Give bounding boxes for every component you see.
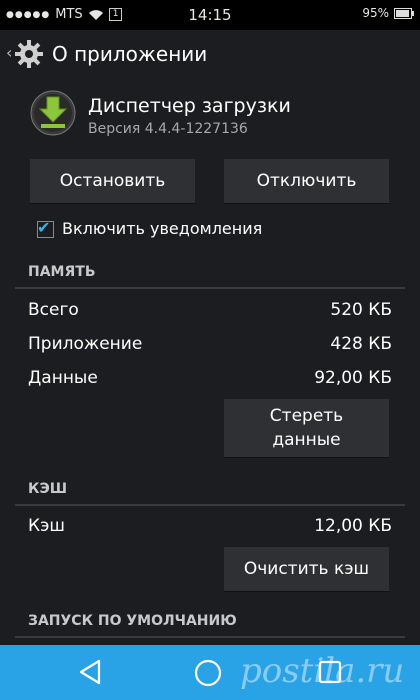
page-title: О приложении bbox=[52, 42, 208, 66]
clear-data-button[interactable]: Стереть данные bbox=[224, 399, 389, 457]
section-divider bbox=[15, 287, 405, 289]
storage-total-value: 520 КБ bbox=[330, 300, 392, 320]
notifications-label[interactable]: Включить уведомления bbox=[62, 219, 262, 238]
notifications-checkbox[interactable]: ✔ bbox=[37, 218, 54, 238]
storage-app-value: 428 КБ bbox=[330, 334, 392, 354]
cache-section-header: КЭШ bbox=[28, 481, 68, 497]
download-icon bbox=[30, 90, 76, 136]
section-divider bbox=[15, 636, 405, 638]
battery-percent: 95% bbox=[362, 6, 389, 20]
storage-data-value: 92,00 КБ bbox=[314, 368, 392, 388]
force-stop-button[interactable]: Остановить bbox=[30, 159, 195, 203]
app-version: Версия 4.4.4-1227136 bbox=[88, 121, 248, 137]
clear-data-label-line2: данные bbox=[272, 430, 341, 450]
action-bar: ‹ О приложении bbox=[0, 30, 420, 78]
settings-gear-icon[interactable] bbox=[13, 38, 45, 70]
app-name: Диспетчер загрузки bbox=[88, 95, 291, 117]
storage-section-header: ПАМЯТЬ bbox=[28, 264, 96, 280]
status-bar: ●●●●● MTS 1 14:15 95% bbox=[0, 0, 420, 30]
checkmark-icon: ✔ bbox=[37, 218, 51, 237]
clock: 14:15 bbox=[188, 6, 232, 24]
clear-data-label-line1: Стереть bbox=[269, 406, 344, 426]
nav-home-icon[interactable] bbox=[193, 658, 223, 688]
navigation-bar: postila.ru bbox=[0, 645, 420, 700]
storage-total-label: Всего bbox=[28, 300, 79, 320]
cache-label: Кэш bbox=[28, 516, 65, 536]
section-divider bbox=[15, 504, 405, 506]
battery-icon bbox=[394, 7, 414, 19]
nav-back-icon[interactable] bbox=[78, 659, 102, 685]
status-right: 95% bbox=[362, 6, 414, 20]
nav-recent-apps-icon[interactable] bbox=[318, 660, 342, 684]
disable-button[interactable]: Отключить bbox=[224, 159, 389, 203]
back-chevron-icon[interactable]: ‹ bbox=[6, 43, 12, 62]
launch-default-section-header: ЗАПУСК ПО УМОЛЧАНИЮ bbox=[28, 613, 237, 629]
cache-value: 12,00 КБ bbox=[314, 516, 392, 536]
clear-cache-button[interactable]: Очистить кэш bbox=[224, 547, 389, 591]
storage-data-label: Данные bbox=[28, 368, 98, 388]
storage-app-label: Приложение bbox=[28, 334, 143, 354]
